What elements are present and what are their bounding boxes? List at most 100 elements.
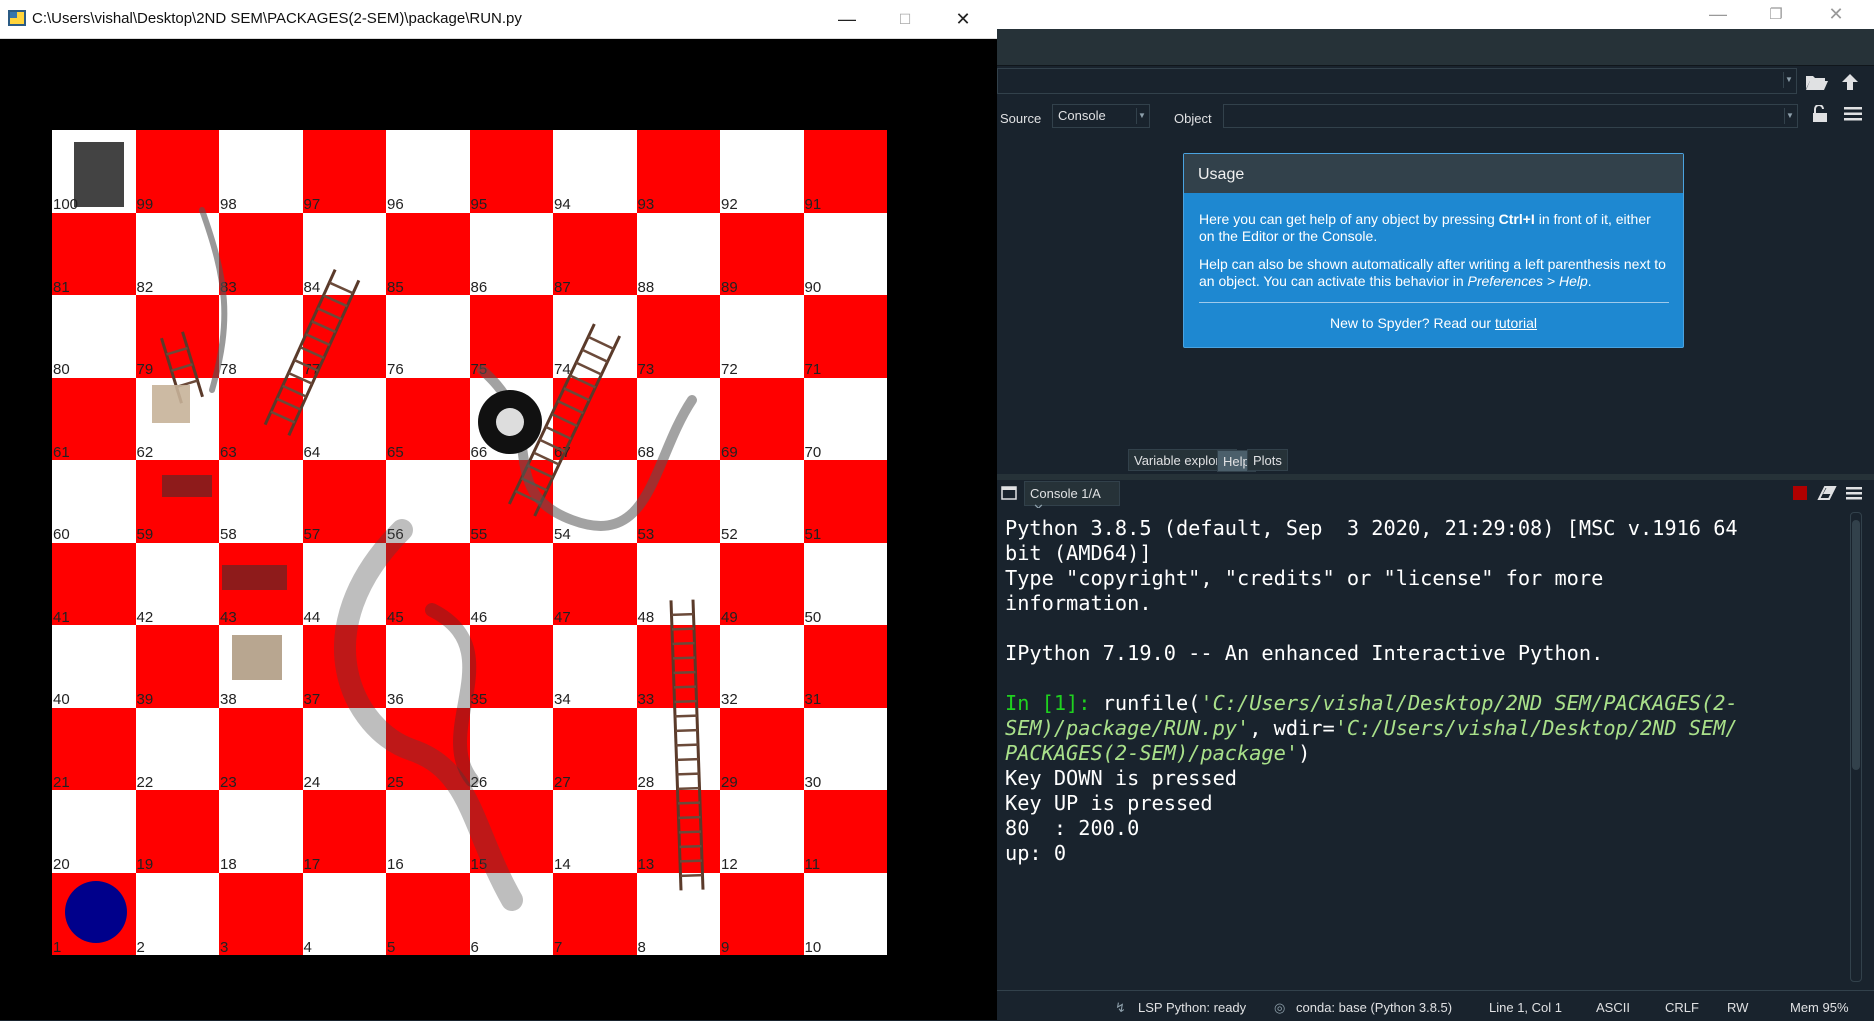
ladder-c-rung — [671, 627, 695, 631]
ladder-c-rung — [675, 743, 699, 747]
ladder-b-rung — [171, 363, 193, 372]
close-button[interactable]: ✕ — [934, 0, 992, 38]
console-line: up: 0 — [1005, 841, 1067, 865]
ladder-c-rung — [676, 772, 700, 776]
console-line: 80 : 200.0 — [1005, 816, 1140, 840]
console-line: Key UP is pressed — [1005, 791, 1213, 815]
chevron-down-icon: ▼ — [1784, 108, 1795, 124]
console-command: ) — [1298, 741, 1311, 765]
ladder-c-rung — [671, 612, 694, 617]
ladder-a-rung — [311, 320, 337, 334]
ladder-d-rung — [569, 374, 596, 389]
memory-usage: Mem 95% — [1790, 1000, 1849, 1015]
ladder-a-rung — [305, 333, 331, 347]
ladder-c-rung — [676, 757, 699, 762]
arrow-up-icon[interactable] — [1840, 72, 1860, 92]
read-write-mode: RW — [1727, 1000, 1749, 1015]
lsp-status[interactable]: LSP Python: ready — [1138, 1000, 1246, 1015]
ladder-a-rung — [299, 346, 325, 359]
ladder-a-rail — [287, 279, 361, 436]
ladder-d-rung — [581, 348, 609, 363]
ladder-d-rung — [587, 335, 615, 350]
end-of-line: CRLF — [1665, 1000, 1699, 1015]
snake-body — [334, 519, 523, 911]
chevron-down-icon: ▼ — [1783, 72, 1794, 88]
player-token — [65, 881, 127, 943]
ladder-a-rung — [317, 307, 342, 321]
ladder-c-rung — [672, 656, 696, 660]
ladder-a-rail — [263, 269, 337, 426]
console-line: Type "copyright", "credits" or "license"… — [1005, 566, 1604, 590]
wooden-block — [162, 475, 212, 497]
ladder-d-rung — [557, 400, 584, 415]
maximize-button[interactable]: ☐ — [876, 0, 934, 38]
console-output: Python 3.8.5 (default, Sep 3 2020, 21:29… — [1005, 516, 1840, 866]
snakes-ladders-board[interactable]: 100 99 98 97 96 95 94 93 92 91 81 82 83 84 85 86 87 88 89 9… — [52, 130, 887, 955]
tab-plots[interactable]: Plots — [1247, 449, 1288, 471]
ladder-a-rung — [270, 410, 296, 424]
working-directory-combo[interactable]: ▼ — [997, 68, 1797, 94]
file-encoding: ASCII — [1596, 1000, 1630, 1015]
console-line: information. — [1005, 591, 1152, 615]
object-label: Object — [1174, 111, 1212, 126]
stop-square-icon[interactable] — [1793, 486, 1807, 500]
ladder-d-rung — [545, 425, 572, 440]
ladder-a-rung — [282, 384, 307, 398]
ladder-d-rung — [539, 438, 566, 453]
ladder-a-rung — [328, 281, 354, 295]
minimize-button[interactable]: — — [818, 0, 876, 38]
wooden-block — [152, 385, 190, 423]
usage-paragraph-2: Help can also be shown automatically aft… — [1199, 256, 1666, 289]
console-line: Python 3.8.5 (default, Sep 3 2020, 21:29… — [1005, 516, 1738, 540]
tutorial-link[interactable]: tutorial — [1495, 315, 1537, 331]
ladder-c-rung — [674, 699, 697, 704]
console-tabbar — [997, 480, 1874, 507]
ladder-a-rung — [287, 371, 313, 385]
wooden-block — [222, 565, 287, 590]
status-bar: ↯ LSP Python: ready ◎ conda: base (Pytho… — [997, 990, 1874, 1021]
player-face — [496, 408, 524, 436]
console-command: , wdir= — [1249, 716, 1335, 740]
ladder-d-rung — [575, 361, 602, 376]
eraser-icon[interactable] — [1817, 485, 1837, 501]
usage-help-panel: Usage Here you can get help of any objec… — [1183, 153, 1684, 348]
lock-open-icon[interactable] — [1812, 105, 1828, 123]
ladder-c-rung — [672, 641, 695, 646]
usage-footer: New to Spyder? Read our tutorial — [1329, 315, 1537, 331]
source-label: Source — [1000, 111, 1042, 126]
console-tab-label: Console 1/A — [1030, 486, 1101, 501]
ladder-c-rung — [677, 801, 701, 805]
ladder-c-rung — [674, 714, 698, 718]
scrollbar-handle[interactable] — [1852, 520, 1860, 770]
player-portrait — [74, 142, 124, 207]
options-menu-icon[interactable] — [1844, 107, 1862, 121]
ladder-c-rung — [680, 873, 703, 878]
cursor-position: Line 1, Col 1 — [1489, 1000, 1562, 1015]
ladder-a-rung — [276, 397, 302, 411]
folder-open-icon[interactable] — [1805, 72, 1829, 92]
ladder-d-rung — [533, 451, 560, 466]
object-combo[interactable]: ▼ — [1223, 104, 1798, 128]
lsp-status-icon: ↯ — [1115, 1000, 1126, 1015]
ladder-d-rung — [551, 412, 578, 428]
ladder-c-rung — [679, 844, 702, 849]
source-combo[interactable]: Console ▼ — [1052, 104, 1150, 128]
ladder-c-rung — [679, 859, 703, 863]
console-line: Key DOWN is pressed — [1005, 766, 1237, 790]
ladder-c-rung — [673, 670, 696, 675]
console-options-icon[interactable] — [1846, 487, 1862, 500]
conda-status[interactable]: conda: base (Python 3.8.5) — [1296, 1000, 1452, 1015]
console-line: bit (AMD64)] — [1005, 541, 1152, 565]
ladder-c-rung — [678, 815, 701, 820]
ladder-a-rung — [293, 358, 319, 372]
board-artwork — [65, 142, 705, 943]
chevron-down-icon: ▼ — [1136, 108, 1147, 124]
conda-icon: ◎ — [1274, 1000, 1286, 1015]
spyder-titlebar[interactable]: — ❐ ✕ — [997, 0, 1874, 29]
console-command: runfile( — [1102, 691, 1201, 715]
ladder-c-rung — [675, 728, 698, 733]
game-titlebar[interactable]: C:\Users\vishal\Desktop\2ND SEM\PACKAGES… — [0, 0, 997, 39]
console-tab[interactable]: Console 1/A ✕ — [1024, 481, 1120, 516]
ladder-a-rung — [322, 294, 348, 308]
browse-tabs-icon[interactable] — [1001, 486, 1017, 500]
